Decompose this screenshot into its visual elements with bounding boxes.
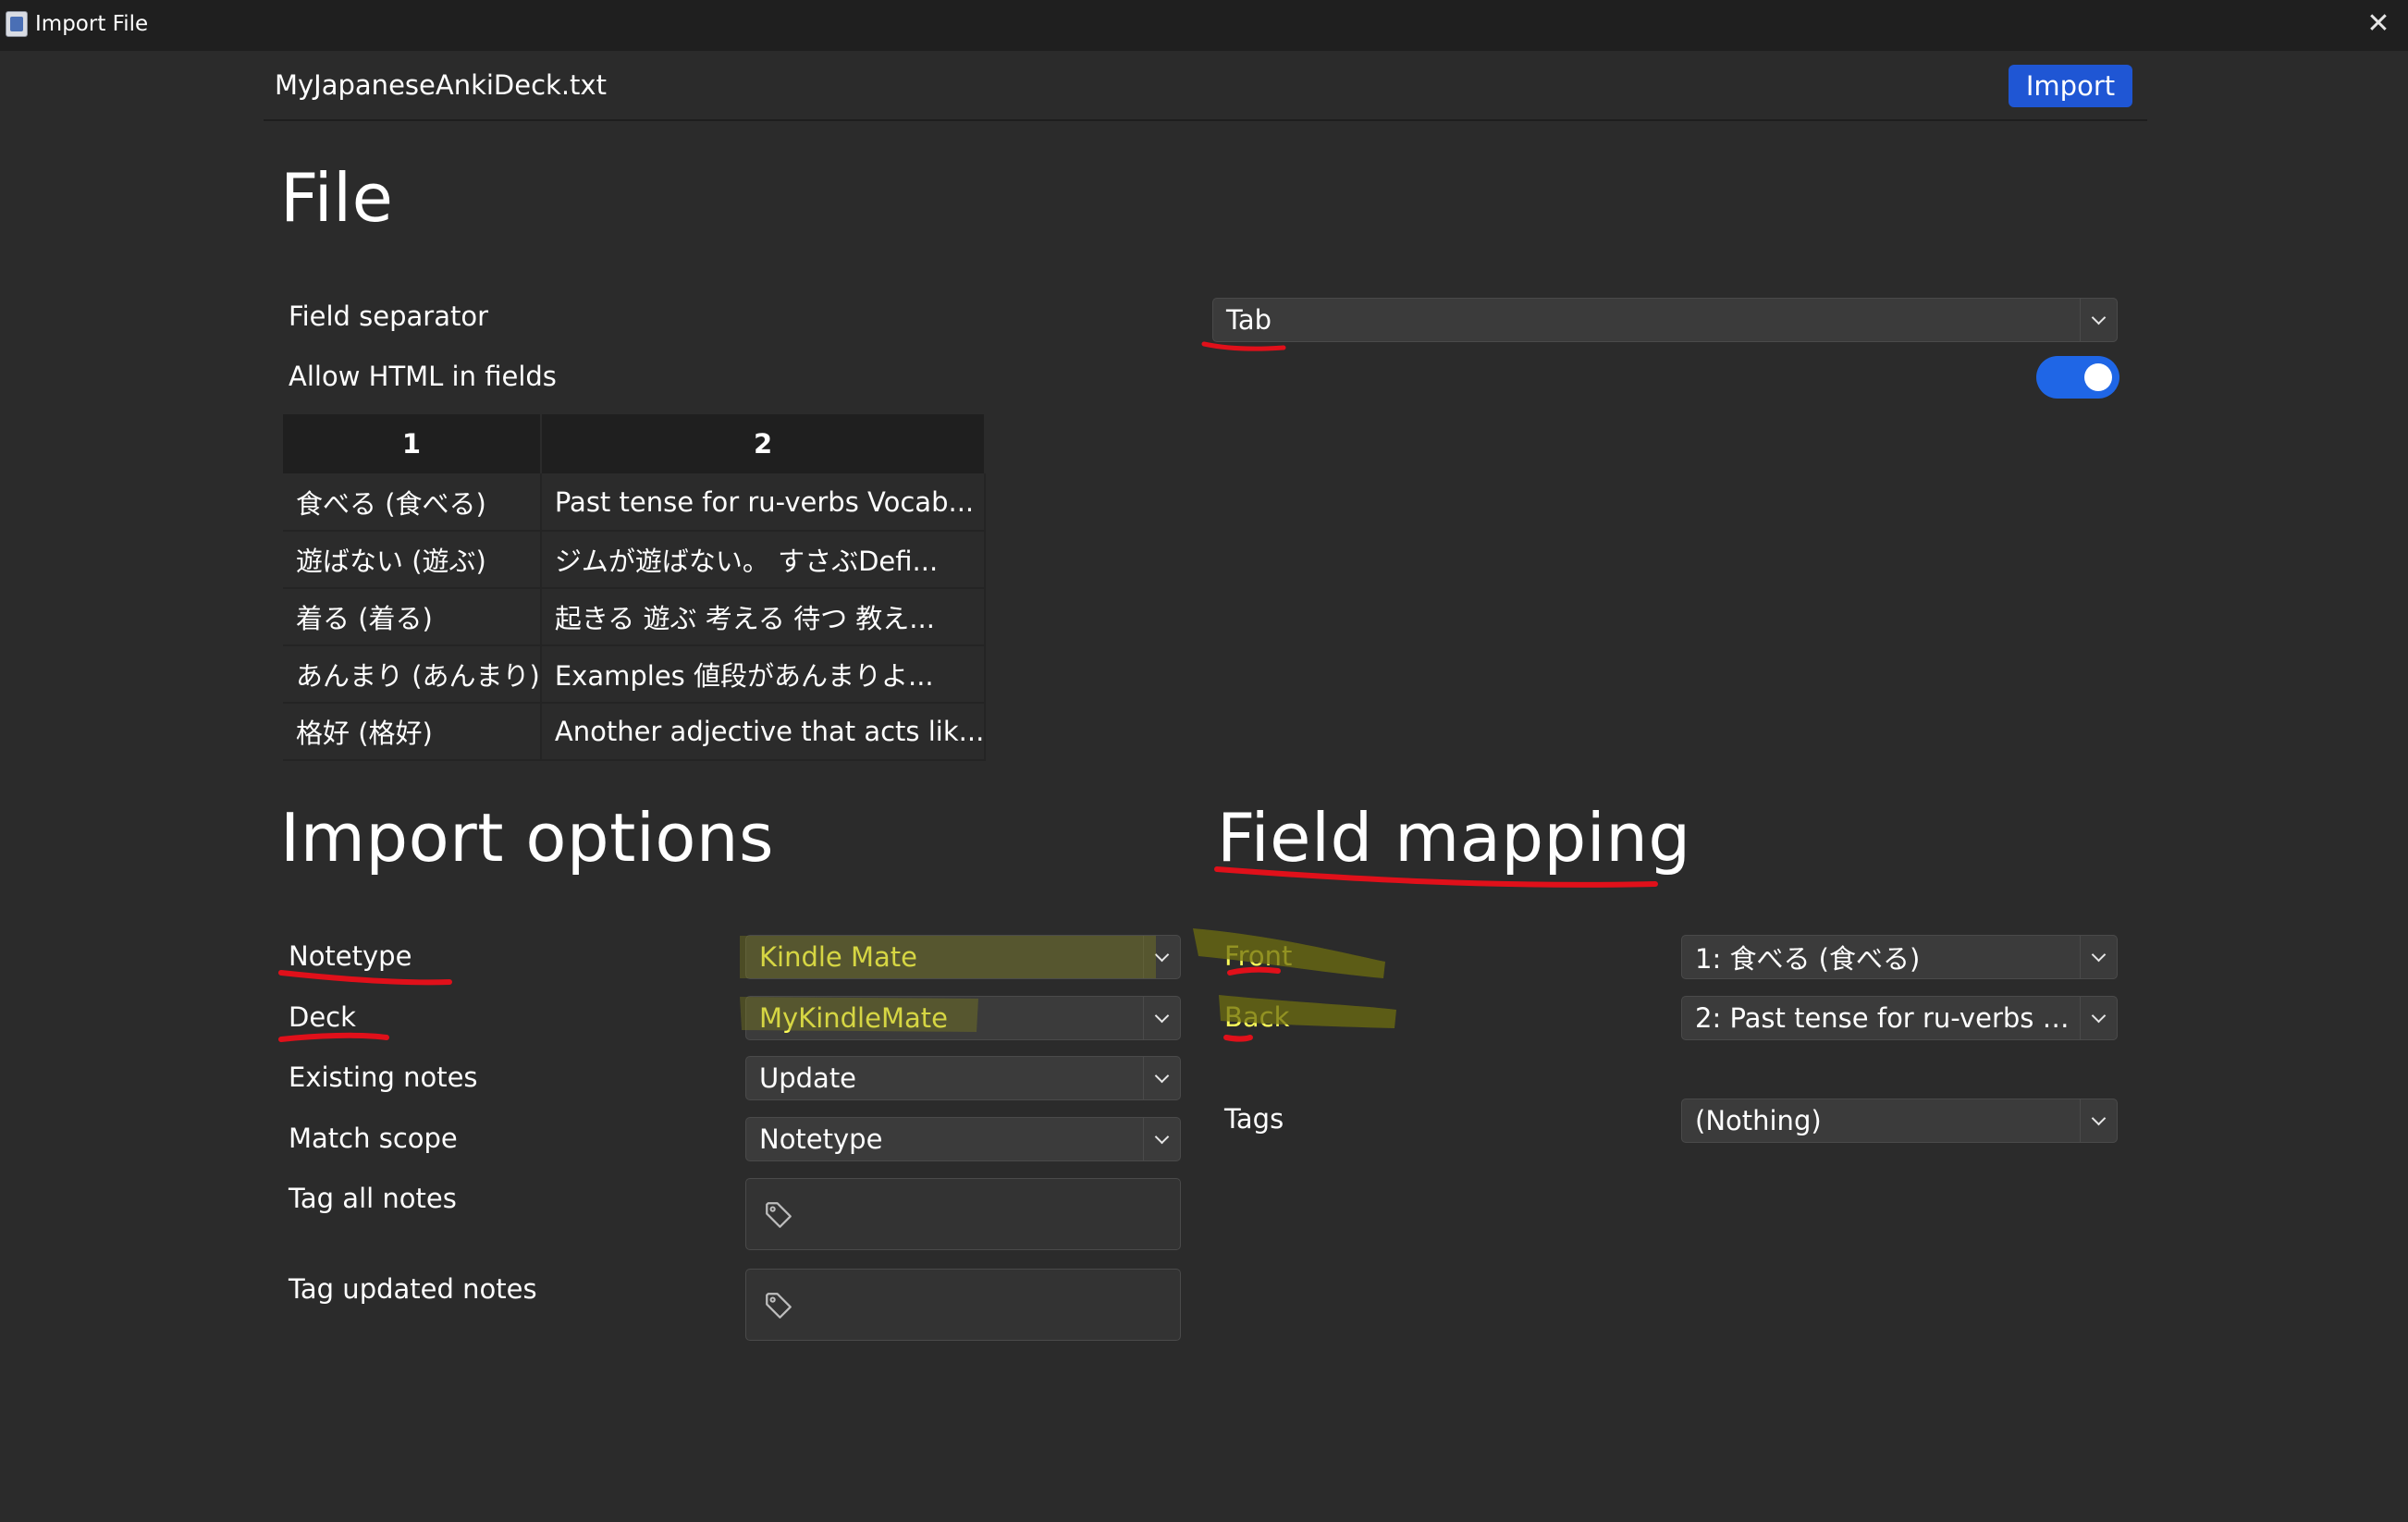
field-separator-value: Tab [1226, 304, 1272, 336]
tags-label: Tags [1224, 1103, 1284, 1135]
notetype-value: Kindle Mate [759, 941, 917, 973]
import-options-heading: Import options [280, 799, 775, 877]
field-mapping-heading: Field mapping [1217, 799, 1691, 877]
tag-all-notes-input[interactable] [745, 1178, 1181, 1250]
table-row: あんまり (あんまり) Examples 値段があんまりよ... [283, 645, 987, 704]
notetype-select[interactable]: Kindle Mate [745, 935, 1181, 979]
tag-icon [766, 1293, 792, 1319]
underline-mark [278, 970, 452, 986]
table-cell: Past tense for ru-verbs Vocab... [540, 473, 987, 532]
chevron-down-icon [1143, 1057, 1180, 1099]
front-label: Front [1224, 940, 1293, 972]
table-cell: 食べる (食べる) [283, 473, 542, 532]
table-cell: Another adjective that acts lik... [540, 703, 987, 761]
close-icon[interactable]: ✕ [2360, 6, 2397, 43]
table-row: 遊ばない (遊ぶ) ジムが遊ばない。 すさぶDefi... [283, 531, 987, 589]
tag-all-notes-label: Tag all notes [289, 1183, 457, 1214]
chevron-down-icon [1143, 936, 1180, 978]
header-divider [264, 119, 2147, 121]
deck-select[interactable]: MyKindleMate [745, 996, 1181, 1040]
table-cell: ジムが遊ばない。 すさぶDefi... [540, 531, 987, 589]
match-scope-label: Match scope [289, 1123, 458, 1154]
deck-label: Deck [289, 1001, 356, 1033]
field-separator-label: Field separator [289, 301, 489, 332]
preview-column-header: 2 [540, 414, 987, 473]
front-field-value: 1: 食べる (食べる) [1695, 943, 1921, 975]
toggle-knob [2084, 363, 2112, 391]
import-file-window: Import File ✕ MyJapaneseAnkiDeck.txt Imp… [0, 0, 2408, 1522]
allow-html-toggle[interactable] [2036, 356, 2119, 399]
preview-table: 1 2 食べる (食べる) Past tense for ru-verbs Vo… [283, 414, 987, 761]
match-scope-select[interactable]: Notetype [745, 1117, 1181, 1161]
chevron-down-icon [2080, 1099, 2117, 1142]
table-cell: 遊ばない (遊ぶ) [283, 531, 542, 589]
title-bar: Import File ✕ [0, 0, 2408, 51]
allow-html-label: Allow HTML in fields [289, 361, 557, 392]
chevron-down-icon [2080, 997, 2117, 1039]
deck-value: MyKindleMate [759, 1002, 948, 1034]
table-cell: 格好 (格好) [283, 703, 542, 761]
table-row: 着る (着る) 起きる 遊ぶ 考える 待つ 教え... [283, 588, 987, 646]
tag-updated-notes-label: Tag updated notes [289, 1273, 537, 1305]
file-name: MyJapaneseAnkiDeck.txt [275, 69, 607, 101]
file-heading: File [280, 159, 394, 237]
table-cell: Examples 値段があんまりよ... [540, 645, 987, 704]
underline-mark [1223, 1035, 1253, 1042]
table-row: 食べる (食べる) Past tense for ru-verbs Vocab.… [283, 473, 987, 532]
front-field-select[interactable]: 1: 食べる (食べる) [1681, 935, 2118, 979]
window-title: Import File [35, 12, 149, 36]
table-cell: 着る (着る) [283, 588, 542, 646]
chevron-down-icon [2080, 299, 2117, 341]
table-cell: 起きる 遊ぶ 考える 待つ 教え... [540, 588, 987, 646]
underline-mark [1201, 341, 1286, 351]
field-separator-select[interactable]: Tab [1212, 298, 2118, 342]
chevron-down-icon [2080, 936, 2117, 978]
chevron-down-icon [1143, 1118, 1180, 1160]
tags-field-value: (Nothing) [1695, 1105, 1822, 1136]
existing-notes-select[interactable]: Update [745, 1056, 1181, 1100]
import-button[interactable]: Import [2009, 65, 2132, 107]
back-field-select[interactable]: 2: Past tense for ru-verbs Vo... [1681, 996, 2118, 1040]
preview-column-header: 1 [283, 414, 542, 473]
back-label: Back [1224, 1001, 1290, 1033]
back-field-value: 2: Past tense for ru-verbs Vo... [1695, 1002, 2080, 1034]
app-icon [6, 11, 28, 37]
underline-mark [278, 1032, 389, 1042]
match-scope-value: Notetype [759, 1123, 883, 1155]
table-cell: あんまり (あんまり) [283, 645, 542, 704]
existing-notes-label: Existing notes [289, 1062, 478, 1093]
chevron-down-icon [1143, 997, 1180, 1039]
notetype-label: Notetype [289, 940, 412, 972]
tags-field-select[interactable]: (Nothing) [1681, 1099, 2118, 1143]
existing-notes-value: Update [759, 1062, 857, 1094]
tag-updated-notes-input[interactable] [745, 1269, 1181, 1341]
tag-icon [766, 1202, 792, 1228]
table-row: 格好 (格好) Another adjective that acts lik.… [283, 703, 987, 761]
